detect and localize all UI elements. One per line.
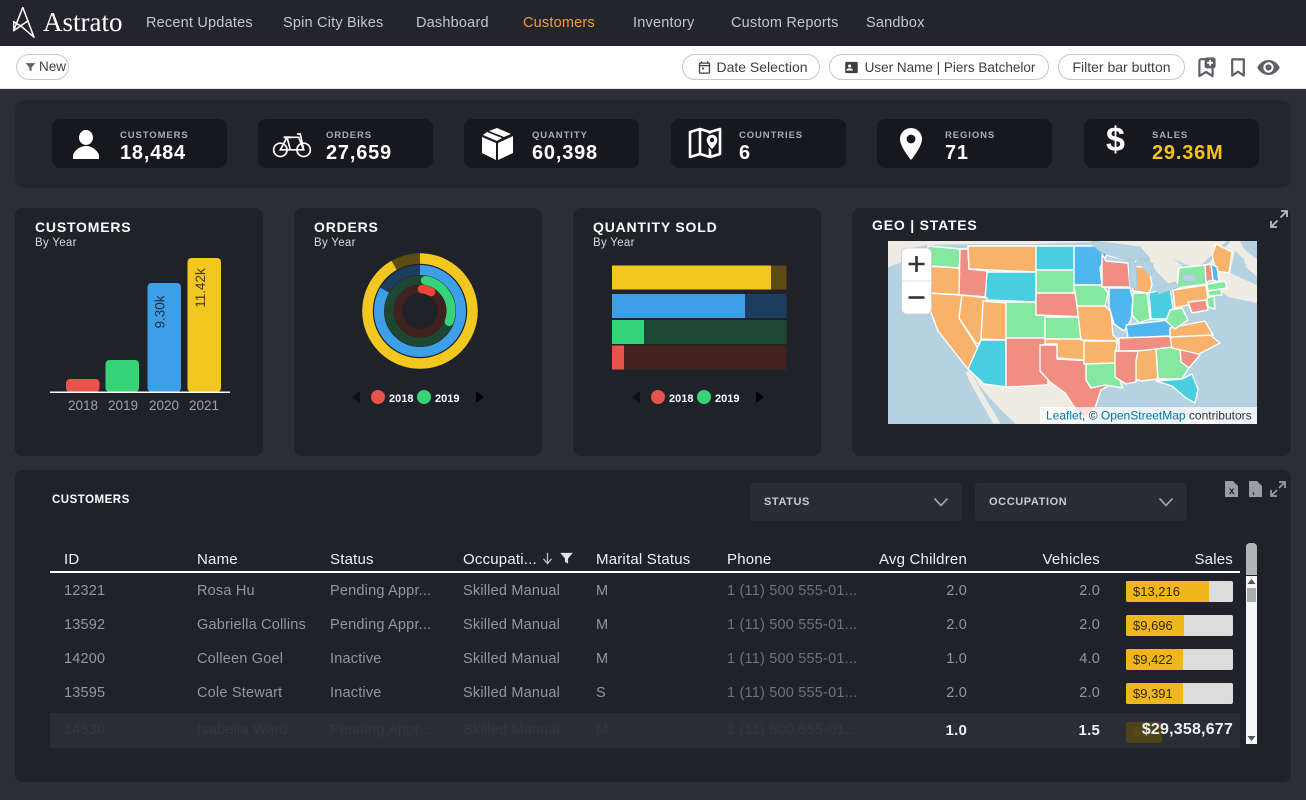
svg-text:2018: 2018	[389, 393, 413, 405]
svg-text:2019: 2019	[715, 393, 739, 405]
svg-text:2018: 2018	[669, 393, 693, 405]
svg-text:2019: 2019	[108, 398, 138, 413]
svg-text:2021: 2021	[189, 398, 219, 413]
svg-text:2019: 2019	[435, 393, 459, 405]
svg-text:Leaflet, © OpenStreetMap contr: Leaflet, © OpenStreetMap contributors	[1046, 409, 1252, 423]
svg-text:,: ,	[1252, 486, 1255, 497]
svg-text:9.30k: 9.30k	[153, 295, 168, 328]
svg-text:x: x	[1229, 486, 1235, 497]
svg-text:2020: 2020	[149, 398, 179, 413]
svg-text:2018: 2018	[68, 398, 98, 413]
svg-text:11.42k: 11.42k	[193, 268, 208, 308]
